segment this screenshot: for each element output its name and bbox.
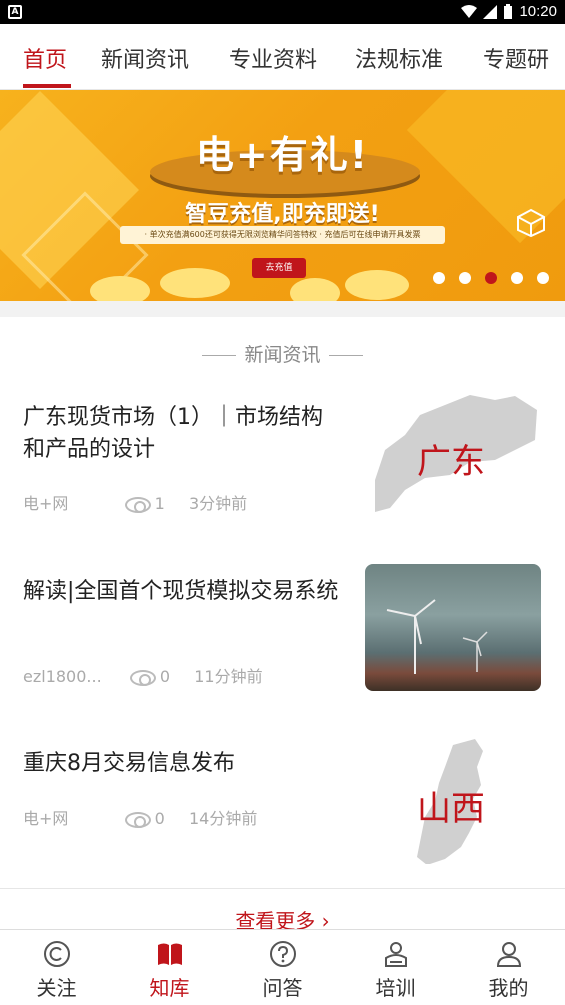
tab-home[interactable]: 首页 [23,42,67,74]
carousel-dot[interactable] [511,272,523,284]
carousel-dot-active[interactable] [485,272,497,284]
signal-icon [483,4,498,19]
nav-label: 知库 [149,976,190,1000]
map-label: 山西 [417,789,485,829]
news-source: 电+网 [23,809,69,828]
tab-regulations[interactable]: 法规标准 [355,42,443,74]
copyright-circle-icon [43,941,70,967]
news-title[interactable]: 广东现货市场（1）｜市场结构和产品的设计 [23,402,343,466]
news-thumbnail[interactable]: 广东 [365,390,541,517]
wifi-icon [461,4,478,18]
views-icon [129,669,156,686]
news-thumbnail[interactable]: 山西 [365,737,541,864]
carousel-dot[interactable] [433,272,445,284]
status-bar: A 10:20 [0,0,565,24]
bottom-nav: 关注 知库 问答 培训 我的 [0,929,565,1005]
nav-knowledge[interactable]: 知库 [113,930,226,1005]
news-source: 电+网 [23,494,69,513]
banner-subtitle: 智豆充值,即充即送! [185,202,380,227]
notification-icon: A [8,5,22,19]
tab-news[interactable]: 新闻资讯 [101,42,189,74]
news-time: 3分钟前 [188,494,248,513]
map-label: 广东 [417,442,485,482]
question-circle-icon [269,941,296,967]
news-source: ezl1800... [23,667,102,686]
nav-training[interactable]: 培训 [339,930,452,1005]
news-time: 11分钟前 [194,667,263,686]
nav-label: 问答 [262,976,303,1000]
news-time: 14分钟前 [188,809,258,828]
banner-title: 电+有礼! [195,133,370,177]
nav-label: 我的 [488,976,529,1000]
section-title: 新闻资讯 [0,340,565,367]
news-title[interactable]: 解读|全国首个现货模拟交易系统 [23,576,343,608]
news-meta: ezl1800... 0 11分钟前 [23,663,263,687]
nav-label: 关注 [36,976,77,1000]
news-views: 1 [154,494,165,513]
wind-turbine-image [386,599,488,674]
list-divider [0,888,565,889]
news-meta: 电+网 0 14分钟前 [23,805,257,829]
category-tabs: 首页 新闻资讯 专业资料 法规标准 专题研 [0,24,565,90]
nav-qa[interactable]: 问答 [226,930,339,1005]
news-views: 0 [154,809,165,828]
carousel-dots [433,272,549,284]
recharge-button[interactable]: 去充值 [252,258,306,278]
battery-icon [504,3,513,19]
nav-label: 培训 [375,976,416,1000]
nav-me[interactable]: 我的 [452,930,565,1005]
news-meta: 电+网 1 3分钟前 [23,490,247,514]
user-icon [496,942,521,967]
news-thumbnail[interactable] [365,564,541,691]
views-icon [124,811,151,828]
views-icon [124,496,151,513]
clock: 10:20 [519,3,557,20]
active-tab-indicator [23,84,71,88]
person-laptop-icon [384,942,407,967]
news-views: 0 [159,667,171,686]
nav-follow[interactable]: 关注 [0,930,113,1005]
tab-topics[interactable]: 专题研 [483,42,549,74]
carousel-dot[interactable] [537,272,549,284]
section-separator [0,301,565,317]
carousel-dot[interactable] [459,272,471,284]
book-icon [157,943,182,965]
tab-professional-materials[interactable]: 专业资料 [229,42,317,74]
banner-notes: · 单次充值满600还可获得无限浏览精华问答特权 · 充值后可在线申请开具发票 [120,226,445,244]
promo-banner[interactable]: 电+有礼! 智豆充值,即充即送! · 单次充值满600还可获得无限浏览精华问答特… [0,90,565,301]
news-title[interactable]: 重庆8月交易信息发布 [23,748,343,780]
